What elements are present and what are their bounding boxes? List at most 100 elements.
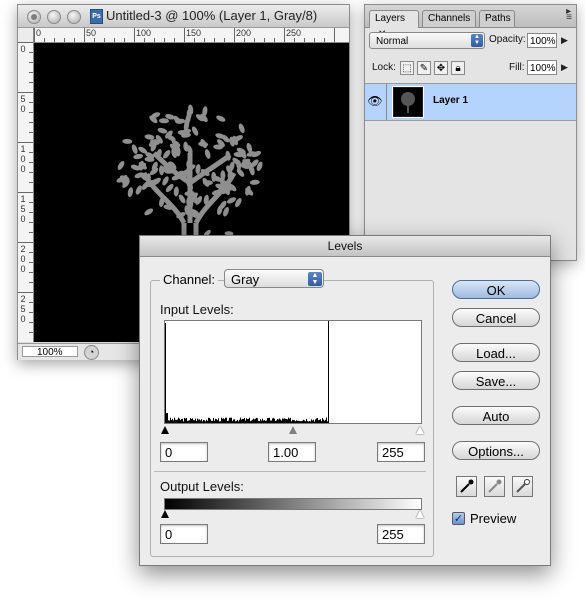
histogram-bar (225, 417, 226, 423)
cancel-button[interactable]: Cancel (452, 308, 540, 327)
lock-image-icon[interactable]: ✎ (417, 61, 431, 75)
tree-leaf (191, 126, 199, 136)
channel-select[interactable]: Gray ▲ ▼ (224, 269, 324, 288)
histogram-bar (230, 417, 231, 423)
ruler-tick (204, 38, 205, 42)
histogram-bar (243, 419, 244, 423)
zoom-button[interactable] (67, 10, 81, 24)
close-button[interactable] (27, 10, 41, 24)
lock-transparency-icon[interactable]: ⬚ (400, 61, 414, 75)
histogram-bar (250, 421, 251, 423)
histogram-bar (207, 420, 208, 423)
dialog-title[interactable]: Levels (140, 236, 550, 257)
horizontal-ruler[interactable]: 0 50 100 150 200 250 (34, 28, 349, 43)
output-black-field[interactable]: 0 (160, 524, 208, 544)
panel-menu-icon[interactable]: ▸ ≡ (566, 7, 572, 23)
tab-paths-label: Paths (485, 13, 511, 24)
layer-row[interactable]: 👁︎ Layer 1 (365, 83, 576, 121)
input-black-slider[interactable] (161, 426, 169, 434)
status-menu-icon[interactable]: ◔ (84, 345, 99, 360)
histogram-bar (171, 420, 172, 423)
output-black-slider[interactable] (161, 510, 169, 518)
ok-button[interactable]: OK (452, 280, 540, 299)
histogram-bar (276, 420, 277, 423)
tree-leaf (173, 186, 179, 197)
ruler-tick (29, 72, 33, 73)
histogram-bar (299, 421, 300, 423)
histogram-bar (168, 420, 169, 423)
ruler-tick (29, 312, 33, 313)
tree-leaf (144, 208, 154, 216)
histogram-bar (237, 419, 238, 423)
ruler-tick (174, 38, 175, 42)
histogram-bar (294, 420, 295, 423)
fill-field[interactable]: 100% (527, 60, 557, 75)
black-eyedropper-icon[interactable] (456, 476, 477, 497)
ruler-label: 1 0 0 (20, 144, 26, 174)
histogram-bar (313, 419, 314, 423)
ruler-label: 0 (36, 28, 42, 38)
zoom-field[interactable]: 100% (22, 346, 78, 358)
ruler-label: 100 (136, 28, 152, 38)
ruler-tick (29, 252, 33, 253)
ruler-origin[interactable] (18, 28, 34, 43)
auto-button[interactable]: Auto (452, 406, 540, 425)
eye-icon[interactable]: 👁︎ (367, 92, 383, 110)
ruler-label: 1 5 0 (20, 194, 26, 224)
tab-layers[interactable]: Layers ✕ (369, 10, 419, 40)
ruler-tick (29, 122, 33, 123)
ruler-tick (29, 82, 33, 83)
histogram-bar (304, 420, 305, 423)
save-button[interactable]: Save... (452, 371, 540, 390)
output-white-field[interactable]: 255 (377, 524, 425, 544)
histogram-bar (192, 418, 193, 423)
minimize-button[interactable] (47, 10, 61, 24)
histogram-bar (264, 420, 265, 423)
tab-channels-label: Channels (428, 13, 471, 24)
ruler-tick (29, 202, 33, 203)
ruler-tick (134, 28, 135, 42)
histogram-bar (273, 417, 274, 423)
lock-all-icon[interactable]: 🔒︎ (451, 61, 465, 75)
opacity-field[interactable]: 100% (527, 33, 557, 48)
tab-paths[interactable]: Paths (479, 10, 515, 27)
lock-position-icon[interactable]: ✥ (434, 61, 448, 75)
histogram-bar (248, 418, 249, 423)
histogram-bar (219, 421, 220, 423)
tab-channels[interactable]: Channels (422, 10, 476, 27)
input-gamma-field[interactable]: 1.00 (268, 442, 316, 462)
preview-label[interactable]: Preview (470, 511, 516, 526)
histogram-bar (325, 419, 326, 423)
vertical-ruler[interactable]: 0 5 0 1 0 0 1 5 0 2 0 0 2 5 0 (18, 42, 34, 342)
input-levels-label: Input Levels: (160, 302, 234, 317)
load-button[interactable]: Load... (452, 343, 540, 362)
input-white-slider[interactable] (416, 426, 424, 434)
gray-eyedropper-icon[interactable] (484, 476, 505, 497)
ruler-tick (18, 92, 33, 93)
fill-slider-arrow-icon[interactable]: ▶ (561, 62, 568, 73)
histogram-bar (272, 418, 273, 423)
opacity-slider-arrow-icon[interactable]: ▶ (561, 35, 568, 46)
input-white-field[interactable]: 255 (377, 442, 425, 462)
histogram-bar (317, 418, 318, 423)
histogram-bar (260, 419, 261, 423)
histogram-bar (275, 420, 276, 423)
white-eyedropper-icon[interactable] (512, 476, 533, 497)
blend-mode-select[interactable]: Normal ▲ ▼ (369, 32, 485, 49)
histogram-bar (242, 418, 243, 423)
output-white-slider[interactable] (416, 510, 424, 518)
layer-thumbnail[interactable] (392, 86, 424, 118)
layer-name[interactable]: Layer 1 (433, 95, 468, 106)
preview-checkbox[interactable]: ✓ (452, 512, 465, 525)
input-gamma-slider[interactable] (289, 426, 297, 434)
histogram-bar (305, 421, 306, 423)
options-button[interactable]: Options... (452, 441, 540, 460)
ruler-tick (29, 262, 33, 263)
document-titlebar[interactable]: Ps Untitled-3 @ 100% (Layer 1, Gray/8) (18, 5, 349, 28)
histogram-bar (324, 420, 325, 423)
histogram-bar (238, 421, 239, 423)
histogram-bar (226, 417, 227, 423)
input-black-field[interactable]: 0 (160, 442, 208, 462)
histogram-bar (254, 419, 255, 423)
ruler-tick (274, 38, 275, 42)
